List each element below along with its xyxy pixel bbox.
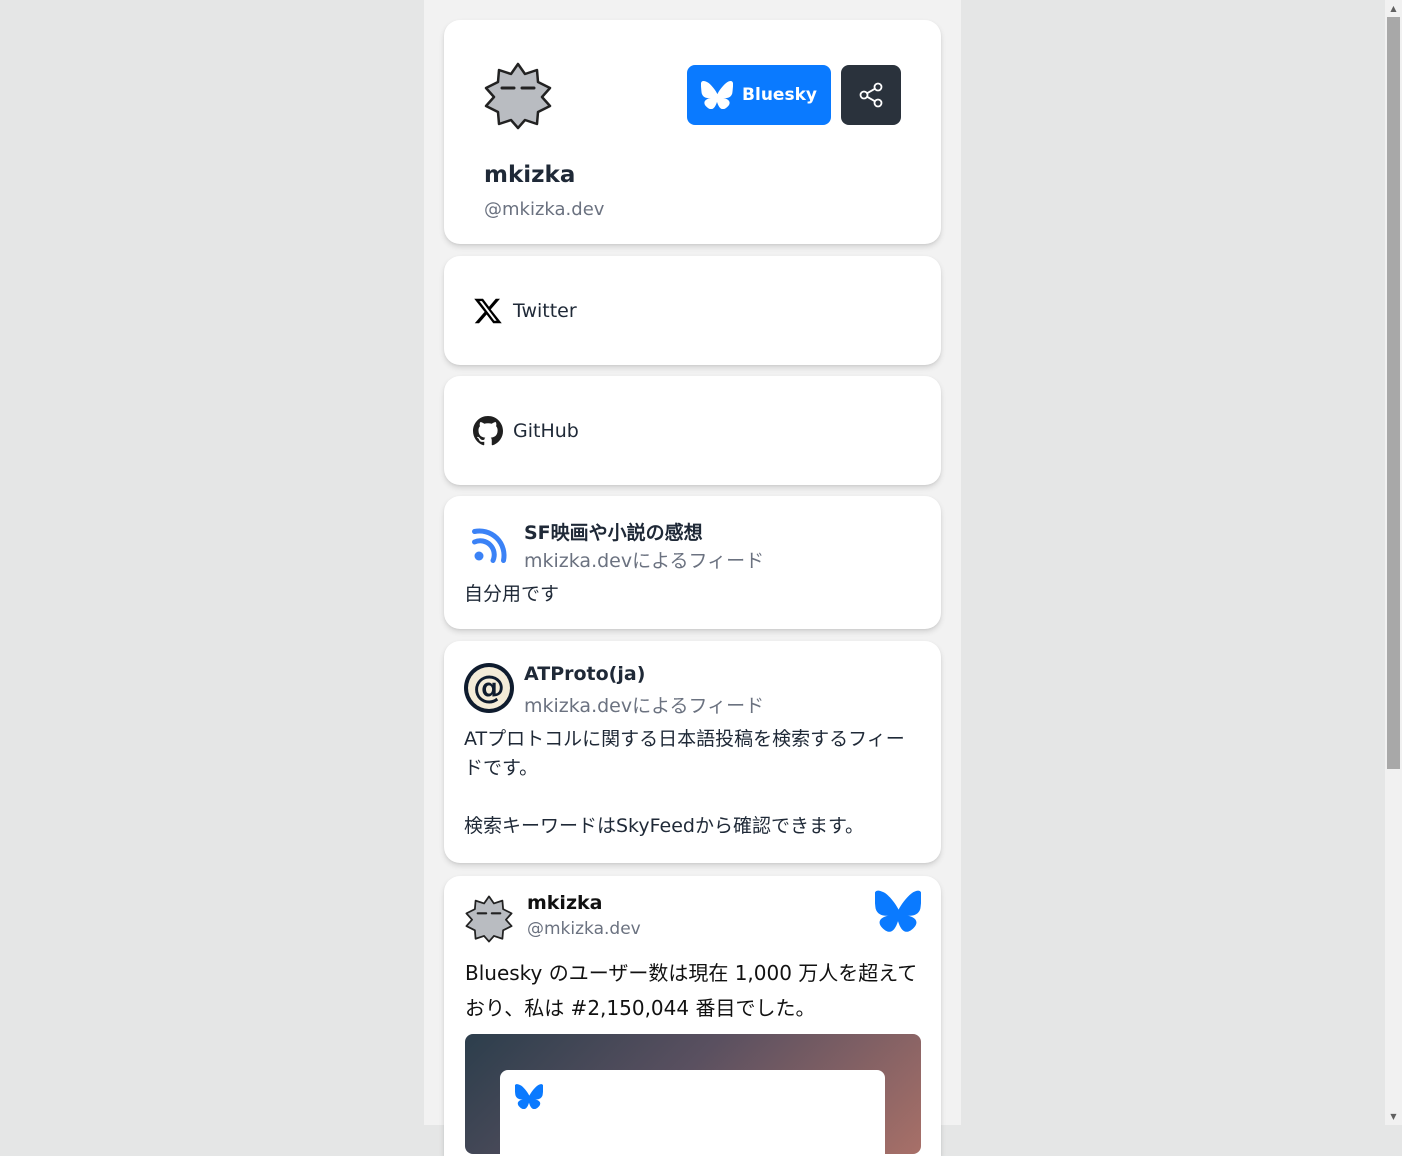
scrollbar-thumb[interactable]	[1387, 17, 1400, 769]
github-icon	[473, 415, 503, 445]
feed-description: 自分用です	[464, 583, 560, 605]
avatar	[484, 62, 552, 130]
main-column: mkizka @mkizka.dev Bluesky Twitter GitHu…	[424, 0, 961, 1156]
post-author-name: mkizka	[527, 892, 603, 914]
link-label: Twitter	[513, 299, 577, 322]
bluesky-butterfly-icon[interactable]	[875, 890, 921, 932]
post-image[interactable]	[465, 1034, 921, 1154]
scroll-up-arrow-icon[interactable]: ▲	[1385, 0, 1402, 17]
link-github[interactable]: GitHub	[444, 376, 941, 485]
post-image-card	[500, 1070, 885, 1154]
post-author-handle: @mkizka.dev	[527, 919, 641, 939]
at-sign-icon: @	[464, 663, 514, 713]
svg-text:@: @	[473, 668, 505, 706]
link-twitter[interactable]: Twitter	[444, 256, 941, 365]
feed-card[interactable]: SF映画や小説の感想 mkizka.devによるフィード 自分用です	[444, 496, 941, 629]
x-icon	[474, 298, 502, 323]
butterfly-icon	[701, 81, 734, 109]
butterfly-icon	[515, 1084, 543, 1109]
share-button[interactable]	[841, 65, 901, 125]
profile-name: mkizka	[484, 162, 576, 188]
link-label: GitHub	[513, 419, 579, 442]
feed-subtitle: mkizka.devによるフィード	[524, 695, 765, 717]
feed-card[interactable]: @ ATProto(ja) mkizka.devによるフィード ATプロトコルに…	[444, 641, 941, 863]
bluesky-profile-button[interactable]: Bluesky	[687, 65, 831, 125]
feed-title: SF映画や小説の感想	[524, 522, 703, 544]
share-icon	[859, 82, 883, 108]
scroll-down-arrow-icon[interactable]: ▼	[1385, 1108, 1402, 1125]
profile-handle: @mkizka.dev	[484, 199, 605, 220]
feed-description: ATプロトコルに関する日本語投稿を検索するフィードです。 検索キーワードはSky…	[464, 728, 905, 837]
embedded-post[interactable]: mkizka @mkizka.dev Bluesky のユーザー数は現在 1,0…	[444, 876, 941, 1156]
rss-icon	[472, 528, 507, 563]
feed-subtitle: mkizka.devによるフィード	[524, 550, 765, 572]
page-scrollbar[interactable]: ▲ ▼	[1385, 0, 1402, 1125]
post-text: Bluesky のユーザー数は現在 1,000 万人を超えており、私は #2,1…	[465, 961, 918, 1020]
profile-card: mkizka @mkizka.dev Bluesky	[444, 20, 941, 244]
feed-title: ATProto(ja)	[524, 663, 646, 685]
bluesky-button-label: Bluesky	[742, 85, 817, 105]
post-avatar	[465, 895, 513, 943]
